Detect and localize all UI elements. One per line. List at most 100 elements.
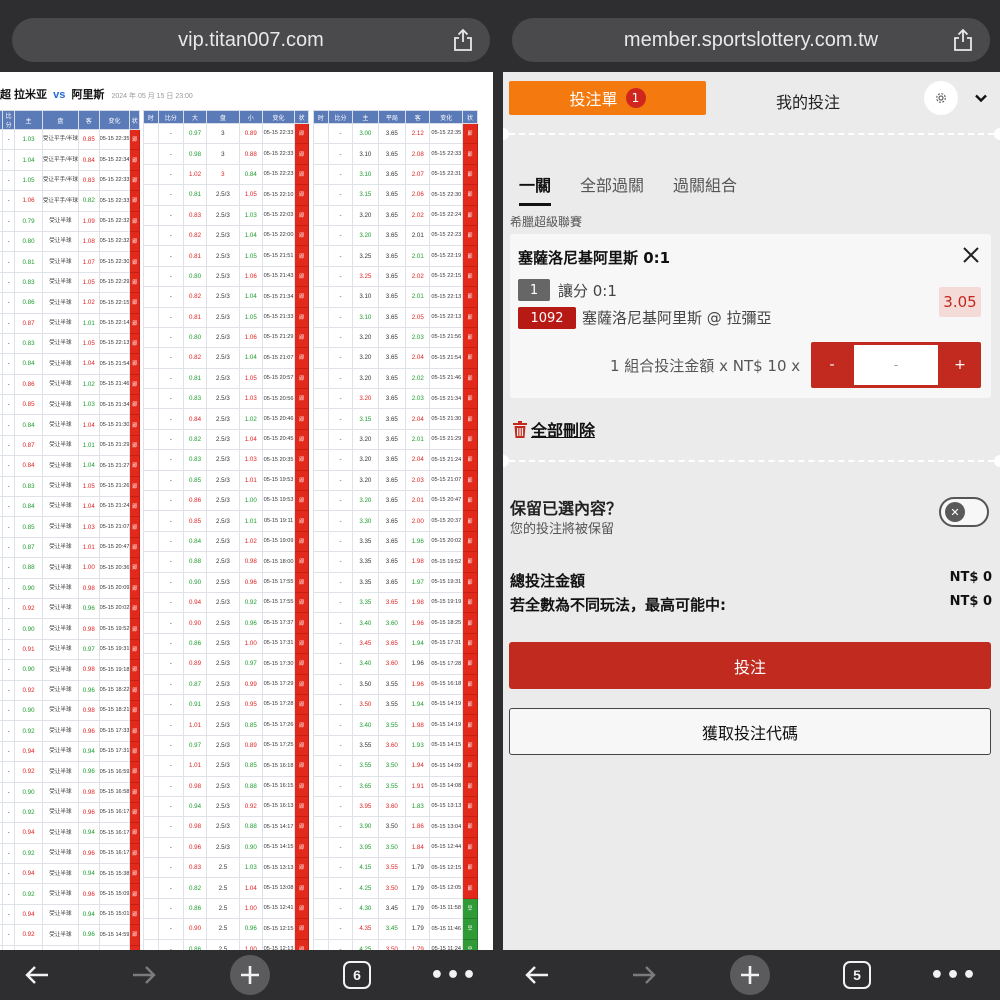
right-forward-button[interactable]: [624, 950, 664, 1000]
table-row: -0.83 2.5/3 1.03 05-15 20:35 即: [143, 449, 309, 471]
table-row: -0.84 受让半球 1.04 05-15 21:27 即: [0, 455, 140, 477]
left-new-tab-button[interactable]: [230, 950, 270, 1000]
table-cell: 2.5/3: [206, 612, 240, 634]
left-address-bar[interactable]: vip.titan007.com: [12, 18, 490, 62]
table-cell: 1.02: [77, 292, 100, 314]
table-cell: [143, 449, 159, 471]
table-cell: -: [157, 653, 184, 675]
table-cell: -: [327, 714, 354, 736]
tab-single[interactable]: 一關: [519, 172, 552, 206]
table-cell: 0.98: [77, 781, 100, 803]
table-cell: 0.90: [14, 577, 43, 599]
table-cell: 05-15 11:46: [429, 918, 464, 940]
table-cell: 1.01: [77, 434, 100, 457]
table-cell: 4.30: [352, 897, 379, 920]
table-cell: 0.98: [182, 775, 208, 797]
table-cell: -: [157, 877, 184, 899]
tab-all-parlay[interactable]: 全部過關: [580, 172, 644, 196]
table-cell: 1.01: [182, 755, 208, 777]
table-cell: 05-15 21:46: [98, 373, 131, 396]
share-icon[interactable]: [452, 28, 474, 52]
table-cell: 0.90: [238, 836, 263, 859]
my-bets-tab[interactable]: 我的投注: [776, 89, 840, 113]
table-cell: 1.93: [405, 734, 431, 757]
table-cell: 0.82: [182, 286, 208, 308]
table-cell: 受让半球: [41, 496, 79, 518]
table-cell: 0.90: [182, 918, 208, 940]
status-badge: 即: [462, 367, 478, 390]
table-cell: [313, 265, 329, 288]
table-cell: -: [2, 271, 16, 294]
table-cell: 0.85: [182, 510, 208, 532]
table-cell: 0.84: [14, 496, 43, 518]
tab-parlay-combo[interactable]: 過關組合: [673, 172, 737, 196]
table-cell: 05-15 20:56: [261, 388, 296, 410]
right-more-button[interactable]: •••: [930, 950, 976, 1000]
table-cell: [143, 408, 159, 430]
table-cell: 受让平手/半球: [41, 169, 79, 192]
table-row: -0.86 2.5 1.00 05-15 12:13 即: [143, 938, 309, 950]
table-cell: 05-15 21:54: [98, 353, 131, 375]
table-cell: -: [2, 169, 16, 192]
table-cell: 05-15 17:28: [261, 693, 296, 716]
place-bet-button[interactable]: 投注: [509, 642, 991, 689]
close-icon[interactable]: [962, 246, 980, 264]
left-back-button[interactable]: [17, 950, 57, 1000]
left-more-button[interactable]: •••: [430, 950, 476, 1000]
table-cell: 3.30: [352, 510, 379, 532]
get-bet-code-button[interactable]: 獲取投注代碼: [509, 708, 991, 755]
right-new-tab-button[interactable]: [730, 950, 770, 1000]
table-cell: 05-15 17:31: [429, 632, 464, 655]
table-cell: 2.5/3: [206, 204, 240, 226]
right-back-button[interactable]: [517, 950, 557, 1000]
column-header: 客: [405, 110, 431, 124]
table-cell: [313, 612, 329, 634]
table-cell: 0.96: [182, 836, 208, 859]
more-icon: •••: [429, 962, 479, 988]
status-badge: 即: [129, 924, 140, 946]
table-cell: 3.60: [377, 653, 407, 675]
share-icon[interactable]: [952, 28, 974, 52]
table-row: -3.30 3.65 2.00 05-15 20:37 即: [313, 510, 478, 532]
tabs-icon: 5: [843, 961, 871, 989]
table-cell: 1.03: [14, 128, 43, 151]
stake-plus-button[interactable]: +: [939, 342, 981, 388]
right-tabs-button[interactable]: 5: [842, 950, 872, 1000]
table-cell: 3.55: [352, 755, 379, 777]
table-cell: [313, 428, 329, 451]
table-row: -0.96 2.5/3 0.90 05-15 14:15 即: [143, 836, 309, 859]
table-row: -3.35 3.65 1.98 05-15 19:19 即: [313, 591, 478, 614]
stake-minus-button[interactable]: -: [811, 342, 853, 388]
split-view-divider[interactable]: [493, 72, 503, 950]
status-badge: 即: [294, 286, 309, 308]
left-forward-button[interactable]: [124, 950, 164, 1000]
status-badge: 即: [129, 251, 140, 273]
table-cell: -: [327, 836, 354, 859]
odds-history-page[interactable]: 超 拉米亚 vs 阿里斯 2024 年 05 月 15 日 23:00 比分主盘…: [0, 72, 493, 950]
chevron-down-icon[interactable]: [973, 90, 989, 106]
table-cell: [143, 122, 159, 145]
table-cell: -: [2, 536, 16, 559]
settings-button[interactable]: [924, 81, 958, 115]
bet-title: 塞薩洛尼基阿里斯 0:1: [518, 249, 671, 267]
column-header: 主: [14, 110, 43, 130]
table-cell: -: [2, 761, 16, 783]
status-badge: 即: [129, 353, 140, 375]
table-row: -0.85 2.5/3 1.01 05-15 19:53 即: [143, 469, 309, 492]
stake-input[interactable]: -: [854, 345, 938, 385]
table-cell: 1.03: [238, 388, 263, 410]
table-cell: 05-15 17:31: [261, 632, 296, 655]
table-cell: 1.04: [77, 496, 100, 518]
left-tabs-button[interactable]: 6: [342, 950, 372, 1000]
delete-all-button[interactable]: 全部刪除: [513, 417, 595, 441]
table-row: -3.50 3.55 1.96 05-15 16:18 即: [313, 673, 478, 695]
keep-selection-toggle[interactable]: ✕: [939, 497, 989, 527]
bet-slip-tab[interactable]: 投注單 1: [509, 81, 706, 115]
status-badge: 即: [294, 326, 309, 349]
forward-arrow-icon: [133, 966, 156, 984]
table-row: -3.35 3.65 1.96 05-15 20:02 即: [313, 530, 478, 553]
table-cell: 0.83: [77, 169, 100, 192]
table-cell: 05-15 22:30: [429, 184, 464, 206]
right-address-bar[interactable]: member.sportslottery.com.tw: [512, 18, 990, 62]
table-cell: 受让半球: [41, 251, 79, 273]
